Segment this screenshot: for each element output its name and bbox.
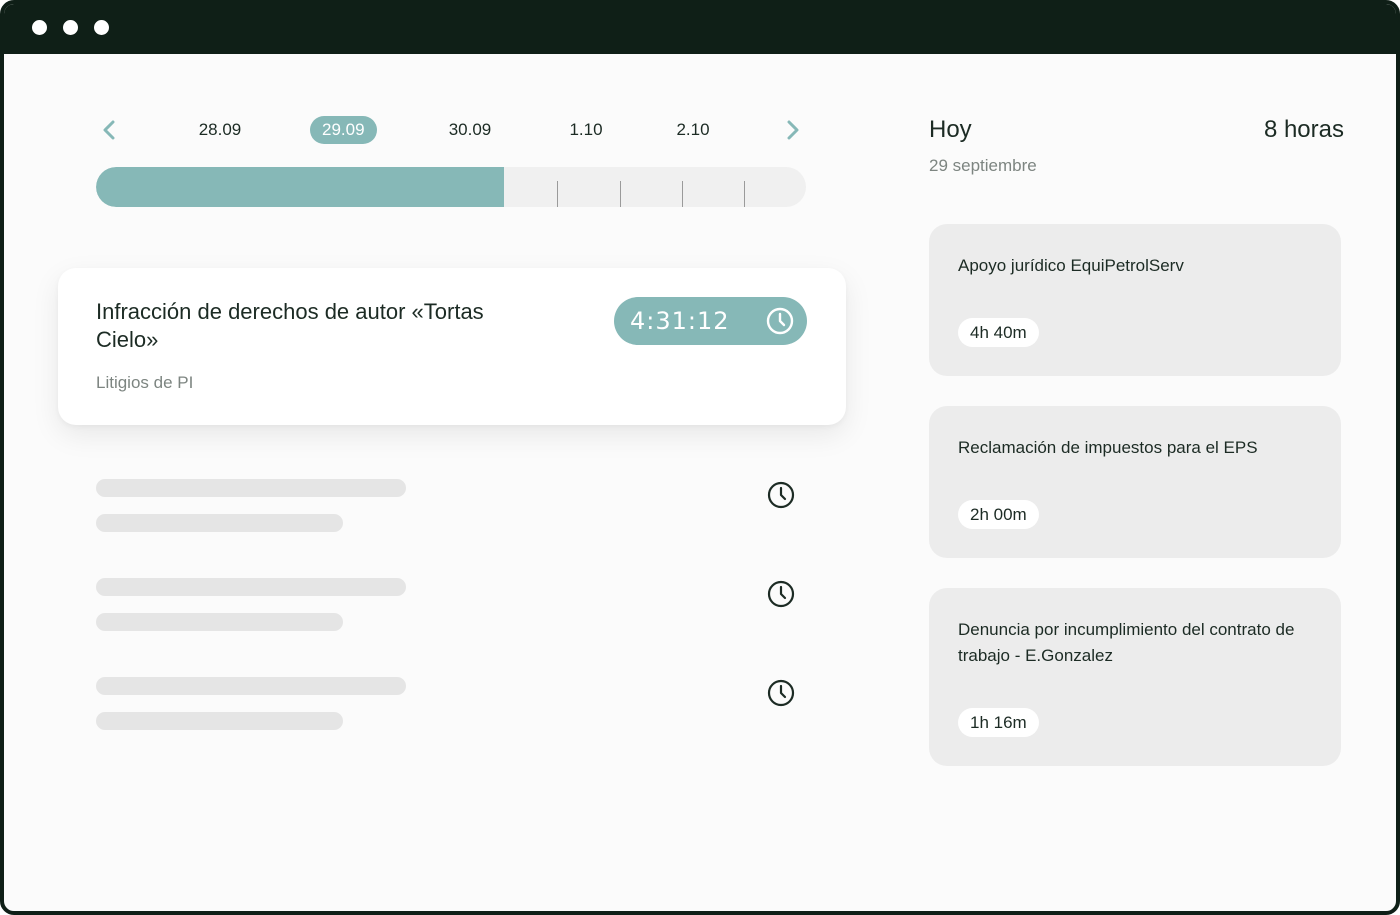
- date-item[interactable]: 30.09: [440, 116, 500, 144]
- progress-tick: [620, 181, 621, 207]
- chevron-left-icon[interactable]: [99, 118, 119, 142]
- date-item[interactable]: 2.10: [665, 116, 721, 144]
- clock-icon[interactable]: [766, 579, 796, 614]
- clock-icon[interactable]: [766, 480, 796, 515]
- entry-duration-badge: 2h 00m: [958, 500, 1039, 529]
- today-heading: Hoy: [929, 116, 972, 143]
- entry-title: Apoyo jurídico EquiPetrolServ: [958, 256, 1184, 275]
- skeleton-task-row: [96, 578, 816, 634]
- time-entry-card[interactable]: Reclamación de impuestos para el EPS 2h …: [929, 406, 1341, 558]
- title-bar: [4, 4, 1396, 54]
- date-item[interactable]: 28.09: [190, 116, 250, 144]
- entry-duration-badge: 4h 40m: [958, 318, 1039, 347]
- timer-button[interactable]: 4:31:12: [614, 297, 807, 345]
- entry-duration-badge: 1h 16m: [958, 708, 1039, 737]
- skeleton-line: [96, 712, 343, 730]
- window-minimize-dot[interactable]: [63, 20, 78, 35]
- today-date: 29 septiembre: [929, 156, 1037, 175]
- date-item[interactable]: 1.10: [558, 116, 614, 144]
- timer-value: 4:31:12: [630, 307, 730, 335]
- time-entry-card[interactable]: Denuncia por incumplimiento del contrato…: [929, 588, 1341, 766]
- progress-fill: [96, 167, 505, 207]
- skeleton-task-row: [96, 677, 816, 733]
- clock-icon[interactable]: [766, 678, 796, 713]
- skeleton-line: [96, 578, 406, 596]
- window-close-dot[interactable]: [32, 20, 47, 35]
- entry-title: Reclamación de impuestos para el EPS: [958, 438, 1258, 457]
- time-entry-card[interactable]: Apoyo jurídico EquiPetrolServ 4h 40m: [929, 224, 1341, 376]
- progress-tick: [682, 181, 683, 207]
- skeleton-line: [96, 479, 406, 497]
- chevron-right-icon[interactable]: [783, 118, 803, 142]
- day-progress-bar: [96, 167, 806, 207]
- window-maximize-dot[interactable]: [94, 20, 109, 35]
- entry-title: Denuncia por incumplimiento del contrato…: [958, 620, 1295, 665]
- skeleton-line: [96, 677, 406, 695]
- skeleton-line: [96, 613, 343, 631]
- active-task-card[interactable]: Infracción de derechos de autor «Tortas …: [58, 268, 846, 425]
- progress-tick: [744, 181, 745, 207]
- clock-icon: [765, 306, 795, 341]
- skeleton-line: [96, 514, 343, 532]
- date-item-active[interactable]: 29.09: [310, 116, 377, 144]
- skeleton-task-row: [96, 479, 816, 535]
- task-title: Infracción de derechos de autor «Tortas …: [96, 299, 484, 352]
- today-total-hours: 8 horas: [1263, 116, 1344, 143]
- progress-tick: [557, 181, 558, 207]
- task-category: Litigios de PI: [96, 373, 194, 392]
- date-navigation: 28.09 29.09 30.09 1.10 2.10: [93, 112, 805, 148]
